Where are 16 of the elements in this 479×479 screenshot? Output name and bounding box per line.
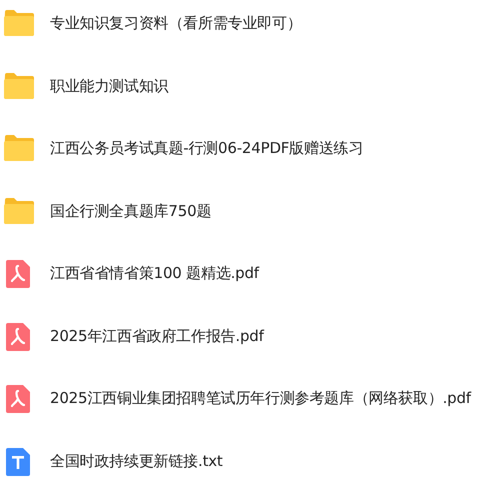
folder-icon: [3, 10, 34, 36]
file-name[interactable]: 专业知识复习资料（看所需专业即可）: [50, 9, 302, 37]
file-name[interactable]: 职业能力测试知识: [50, 72, 168, 100]
pdf-file-icon: [6, 260, 30, 288]
file-name[interactable]: 全国时政持续更新链接.txt: [50, 446, 223, 474]
file-name[interactable]: 国企行测全真题库750题: [50, 196, 212, 224]
folder-icon: [3, 198, 34, 224]
file-name[interactable]: 江西省省情省策100 题精选.pdf: [50, 259, 259, 287]
folder-icon: [3, 135, 34, 161]
file-name[interactable]: 江西公务员考试真题-行测06-24PDF版赠送练习: [50, 134, 364, 162]
pdf-file-icon: [6, 322, 30, 350]
folder-icon: [3, 72, 34, 98]
file-name[interactable]: 2025江西铜业集团招聘笔试历年行测参考题库（网络获取）.pdf: [50, 384, 471, 412]
file-name[interactable]: 2025年江西省政府工作报告.pdf: [50, 322, 264, 350]
pdf-file-icon: [6, 385, 30, 413]
text-file-icon: [6, 448, 30, 476]
